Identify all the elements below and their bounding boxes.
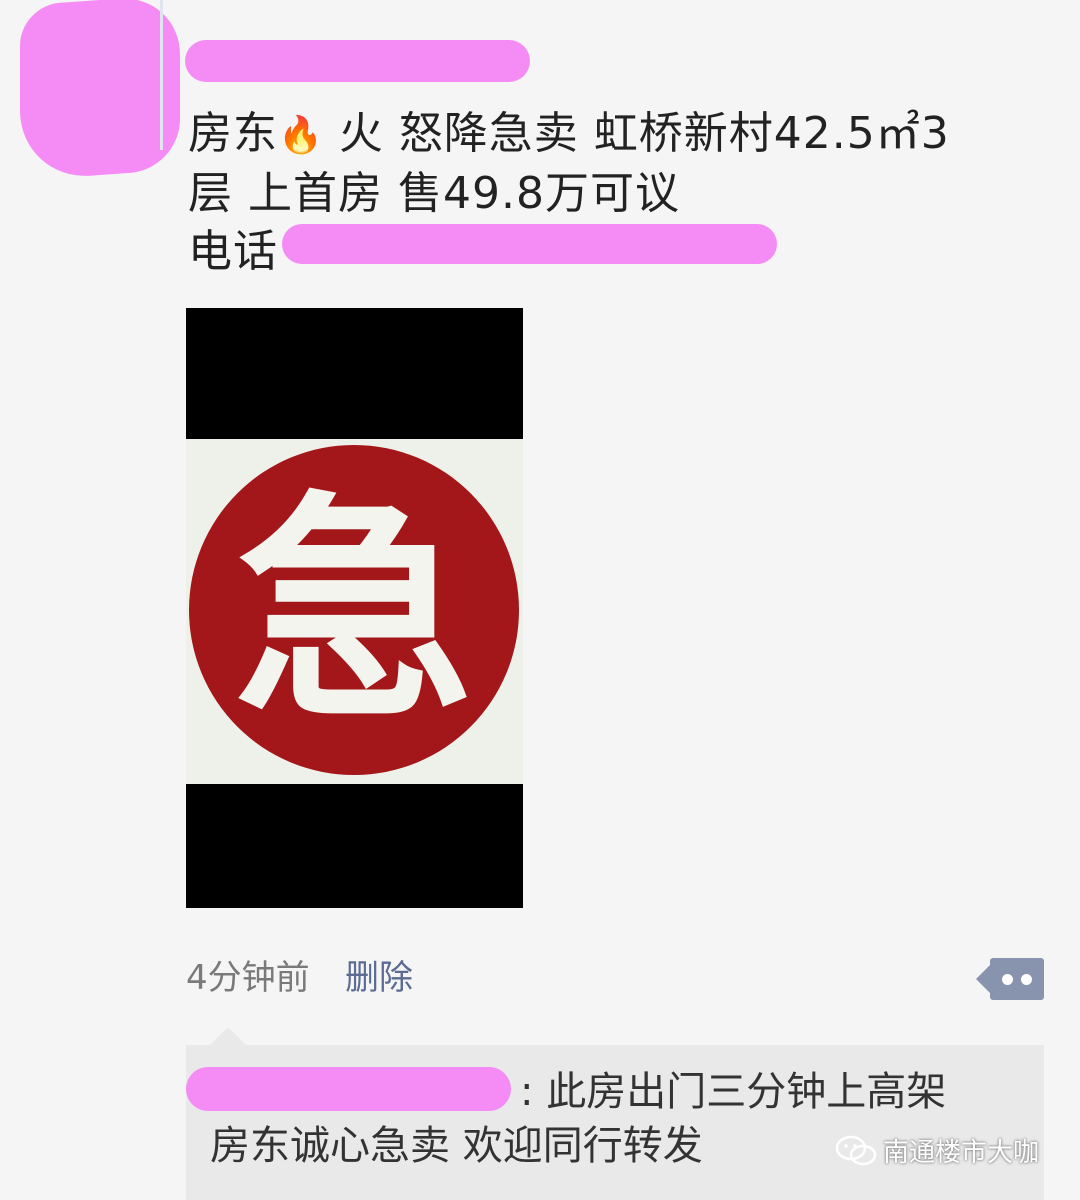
comment-line-1-text: : 此房出门三分钟上高架 [520,1069,947,1115]
seal-character: 急 [233,469,474,751]
post-line-1-rest: 火 怒降急卖 虹桥新村42.5㎡3 [323,108,950,159]
fire-icon: 🔥 [278,115,324,156]
watermark: 南通楼市大咖 [835,1132,1039,1169]
dot-icon [1021,974,1032,985]
avatar-redaction [20,0,180,181]
post-line-2: 层 上首房 售49.8万可议 [188,168,680,219]
post-image[interactable]: 急 [186,308,523,908]
dot-icon [1002,974,1013,985]
wechat-icon [835,1135,877,1165]
avatar[interactable] [160,0,163,150]
urgent-seal: 急 [189,445,519,775]
commenter-redaction [186,1067,511,1111]
post-image-content: 急 [186,439,523,784]
delete-link[interactable]: 删除 [345,950,413,999]
post-timestamp: 4分钟前 [186,958,310,998]
phone-redaction [282,224,777,264]
watermark-text: 南通楼市大咖 [883,1138,1040,1168]
comment-area: : 此房出门三分钟上高架 房东诚心急卖 欢迎同行转发 [186,1027,1044,1200]
username-redaction [185,40,530,82]
more-actions-button[interactable] [976,958,1044,1000]
post-line-1: 房东🔥 火 怒降急卖 虹桥新村42.5㎡3 [188,105,1048,165]
post-line-1-start: 房东 [188,108,278,159]
